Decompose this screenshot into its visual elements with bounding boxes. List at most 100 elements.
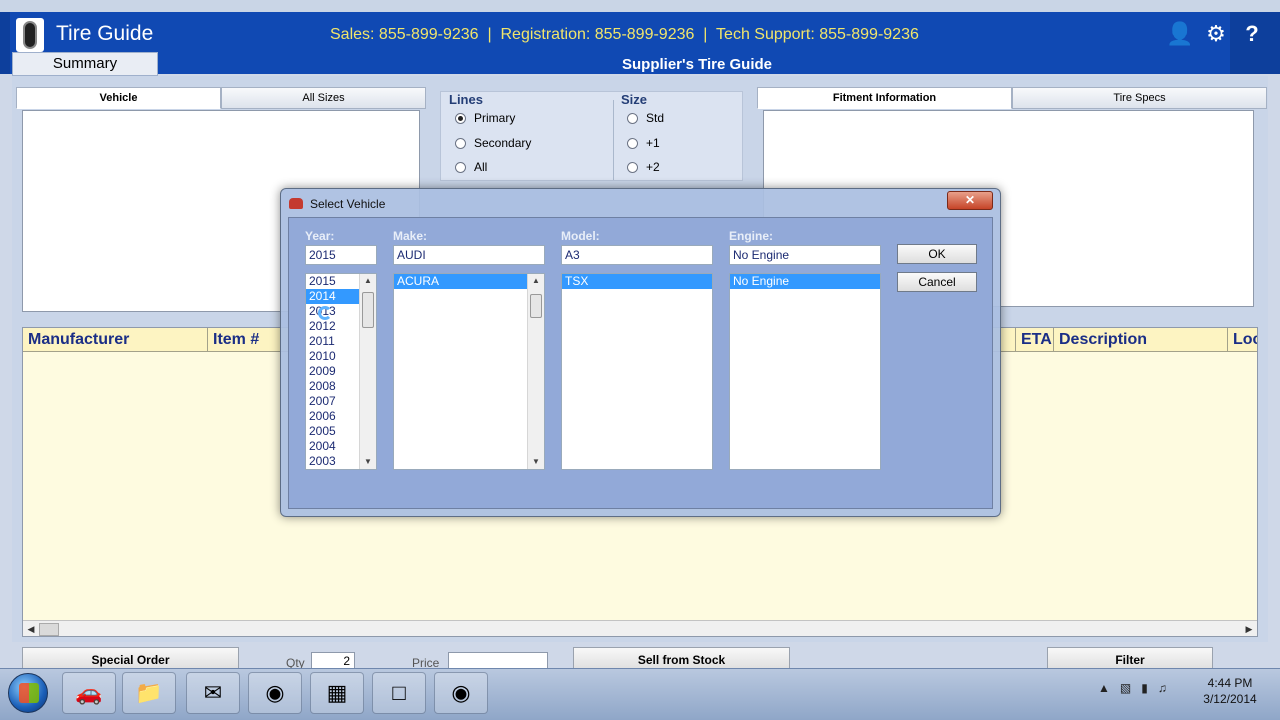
radio-icon[interactable]	[627, 137, 638, 149]
busy-cursor-icon	[318, 306, 332, 320]
scroll-down-icon[interactable]: ▼	[528, 455, 544, 469]
show-hidden-icons-icon[interactable]: ▲	[1098, 681, 1110, 695]
scroll-thumb[interactable]	[39, 623, 59, 636]
power-icon[interactable]: ▧	[1120, 681, 1131, 695]
network-icon[interactable]: ▮	[1141, 681, 1148, 695]
year-scrollbar[interactable]: ▲ ▼	[359, 274, 376, 469]
radio-label: Std	[646, 111, 665, 125]
make-listbox[interactable]: ACURA ▲ ▼	[393, 273, 545, 470]
model-list-item[interactable]: TSX	[562, 274, 712, 289]
engine-label: Engine:	[729, 229, 773, 243]
year-list-item[interactable]: 2011	[306, 334, 359, 349]
tire-guide-alt-icon[interactable]: ◉	[434, 672, 488, 714]
volume-icon[interactable]: ♫	[1158, 681, 1167, 695]
year-field[interactable]: 2015	[305, 245, 377, 265]
engine-field[interactable]: No Engine	[729, 245, 881, 265]
radio-lines-secondary[interactable]: Secondary	[455, 136, 531, 150]
tire-guide-icon[interactable]: ▦	[310, 672, 364, 714]
year-list-item[interactable]: 2008	[306, 379, 359, 394]
model-field[interactable]: A3	[561, 245, 713, 265]
clock-time: 4:44 PM	[1207, 676, 1253, 690]
lines-title: Lines	[449, 92, 483, 107]
app-title: Tire Guide	[56, 22, 154, 45]
radio-size-plus1[interactable]: +1	[627, 136, 660, 150]
tab-summary[interactable]: Summary	[12, 52, 158, 76]
engine-list-item[interactable]: No Engine	[730, 274, 880, 289]
outlook-icon[interactable]: ✉	[186, 672, 240, 714]
year-list-item[interactable]: 2013	[306, 304, 359, 319]
size-title: Size	[621, 92, 648, 107]
window-icon[interactable]: □	[372, 672, 426, 714]
ok-button[interactable]: OK	[897, 244, 977, 264]
make-field[interactable]: AUDI	[393, 245, 545, 265]
radio-size-plus2[interactable]: +2	[627, 160, 660, 174]
start-button[interactable]	[8, 673, 48, 713]
year-list-item[interactable]: 2014	[306, 289, 359, 304]
scroll-thumb[interactable]	[530, 294, 542, 318]
model-list: TSX	[562, 274, 712, 289]
col-description[interactable]: Description	[1053, 328, 1227, 352]
file-explorer-icon[interactable]: 📁	[122, 672, 176, 714]
tire-logo-icon	[16, 18, 44, 52]
user-settings-icon[interactable]: 👤	[1166, 20, 1194, 48]
help-icon[interactable]: ?	[1238, 20, 1266, 48]
right-tabstrip: Fitment Information Tire Specs	[757, 87, 1267, 109]
scroll-up-icon[interactable]: ▲	[360, 274, 376, 288]
year-list-item[interactable]: 2007	[306, 394, 359, 409]
make-list-item[interactable]: ACURA	[394, 274, 527, 289]
radio-lines-primary[interactable]: Primary	[455, 111, 515, 125]
scroll-down-icon[interactable]: ▼	[360, 455, 376, 469]
radio-icon[interactable]	[627, 161, 638, 173]
dialog-titlebar[interactable]: Select Vehicle ✕	[281, 189, 1000, 217]
year-list-item[interactable]: 2004	[306, 439, 359, 454]
clock[interactable]: 4:44 PM 3/12/2014	[1190, 675, 1270, 707]
year-list-item[interactable]: 2009	[306, 364, 359, 379]
tab-fitment-information[interactable]: Fitment Information	[757, 87, 1012, 109]
dialog-title: Select Vehicle	[310, 197, 386, 211]
scroll-up-icon[interactable]: ▲	[528, 274, 544, 288]
tab-tire-specs[interactable]: Tire Specs	[1012, 87, 1267, 109]
scroll-right-icon[interactable]: ▶	[1242, 623, 1256, 636]
system-tray: ▲ ▧ ▮ ♫	[1098, 681, 1167, 695]
radio-icon[interactable]	[627, 112, 638, 124]
engine-listbox[interactable]: No Engine	[729, 273, 881, 470]
left-tabstrip: Vehicle All Sizes	[16, 87, 426, 109]
col-loc[interactable]: Loc	[1227, 328, 1257, 352]
tab-vehicle[interactable]: Vehicle	[16, 87, 221, 109]
model-listbox[interactable]: TSX	[561, 273, 713, 470]
radio-lines-all[interactable]: All	[455, 160, 487, 174]
cancel-button[interactable]: Cancel	[897, 272, 977, 292]
gear-icon[interactable]: ⚙	[1202, 20, 1230, 48]
tab-all-sizes[interactable]: All Sizes	[221, 87, 426, 109]
header-topline	[0, 0, 1280, 12]
options-group: Lines Primary Secondary All Size Std +1 …	[440, 91, 743, 181]
scroll-left-icon[interactable]: ◀	[24, 623, 38, 636]
year-list-item[interactable]: 2015	[306, 274, 359, 289]
horizontal-scrollbar[interactable]: ◀ ▶	[23, 620, 1257, 636]
contact-line: Sales: 855-899-9236 | Registration: 855-…	[330, 26, 919, 43]
year-list-item[interactable]: 2006	[306, 409, 359, 424]
clock-date: 3/12/2014	[1203, 692, 1257, 706]
scroll-thumb[interactable]	[362, 292, 374, 328]
select-vehicle-dialog: Select Vehicle ✕ Year: 2015 Make: AUDI M…	[280, 188, 1001, 517]
radio-label: +2	[646, 160, 660, 174]
options-divider	[613, 100, 614, 180]
engine-list: No Engine	[730, 274, 880, 289]
app-launcher-icon[interactable]: 🚗	[62, 672, 116, 714]
radio-checked-icon[interactable]	[455, 112, 466, 124]
radio-icon[interactable]	[455, 137, 466, 149]
col-eta[interactable]: ETA	[1015, 328, 1053, 352]
year-list-item[interactable]: 2005	[306, 424, 359, 439]
year-list-item[interactable]: 2010	[306, 349, 359, 364]
year-listbox[interactable]: 2015 2014 2013 2012 2011 2010 2009 2008 2007 2006…	[305, 273, 377, 470]
chrome-icon[interactable]: ◉	[248, 672, 302, 714]
col-item-number[interactable]: Item #	[207, 328, 287, 352]
radio-size-std[interactable]: Std	[627, 111, 664, 125]
taskbar: 🚗 📁 ✉ ◉ ▦ □ ◉ ▲ ▧ ▮ ♫ 4:44 PM 3/12/2014	[0, 668, 1280, 720]
make-scrollbar[interactable]: ▲ ▼	[527, 274, 544, 469]
year-list-item[interactable]: 2003	[306, 454, 359, 469]
close-icon[interactable]: ✕	[947, 191, 993, 210]
radio-icon[interactable]	[455, 161, 466, 173]
year-list-item[interactable]: 2012	[306, 319, 359, 334]
col-manufacturer[interactable]: Manufacturer	[23, 328, 207, 352]
